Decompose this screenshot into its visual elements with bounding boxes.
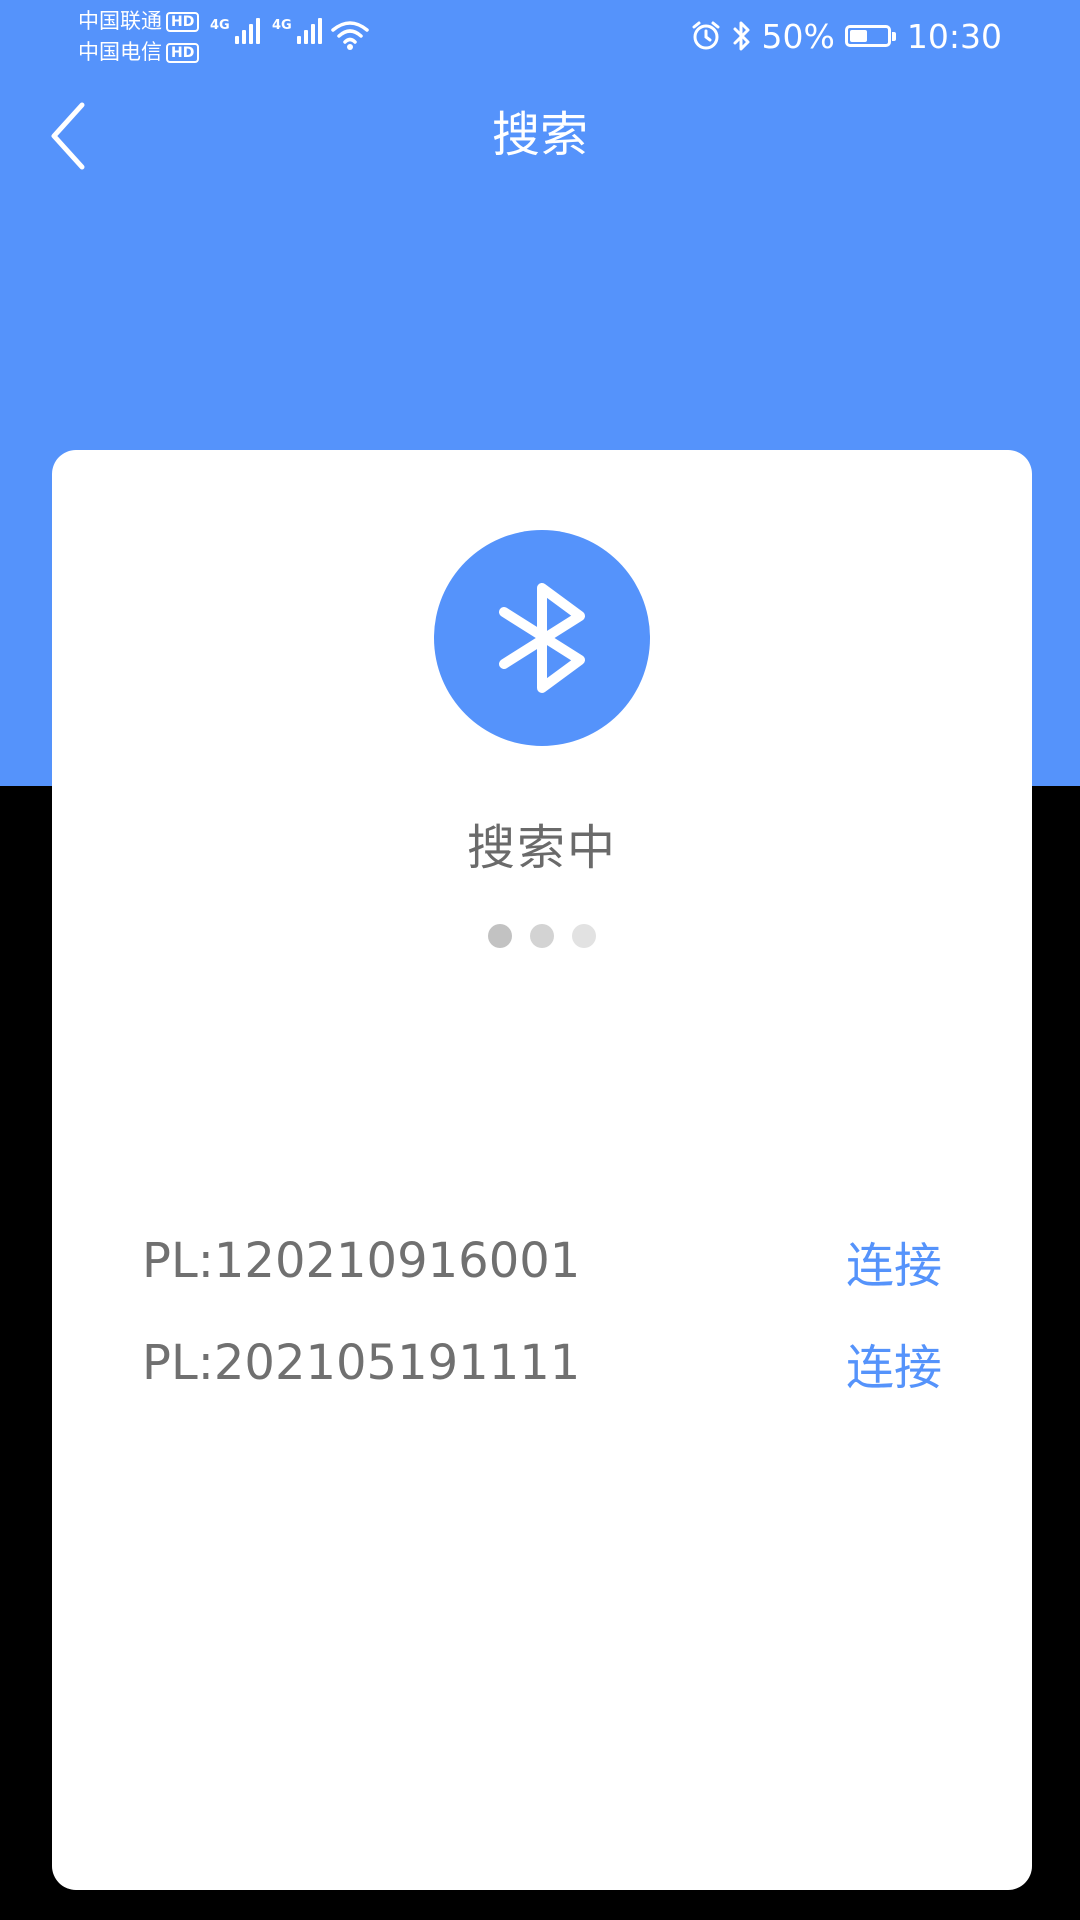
signal-icon: 4G [210,18,260,44]
nav-bar: 搜索 [0,90,1080,180]
carrier-name: 中国联通 [78,9,162,33]
carrier-name: 中国电信 [78,40,162,64]
alarm-icon [692,21,720,50]
chevron-left-icon [51,102,85,170]
status-time: 10:30 [906,16,1002,56]
network-type-label: 4G [272,18,292,33]
device-list: PL:120210916001 连接 PL:202105191111 连接 [142,1210,942,1414]
battery-icon [844,25,896,47]
loading-dot [530,924,554,948]
battery-fill [849,30,867,42]
bluetooth-icon [733,21,750,51]
hd-badge: HD [166,11,200,32]
list-item: PL:120210916001 连接 [142,1210,942,1312]
status-bar: 中国联通 HD 中国电信 HD 4G 4G 50% 10:30 [0,0,1080,72]
hd-badge: HD [166,42,200,63]
carrier-row-1: 中国联通 HD [78,6,200,37]
battery-percent: 50% [761,16,835,56]
connect-button[interactable]: 连接 [846,1328,942,1398]
search-status-text: 搜索中 [466,820,617,876]
device-name: PL:202105191111 [142,1335,581,1391]
search-card: 搜索中 PL:120210916001 连接 PL:202105191111 连… [52,450,1032,1890]
status-right: 50% 10:30 [690,12,1002,60]
carrier-info: 中国联通 HD 中国电信 HD [78,6,200,68]
network-type-label: 4G [210,18,230,33]
connect-button[interactable]: 连接 [846,1226,942,1296]
loading-dot [572,924,596,948]
bluetooth-badge [434,530,650,746]
list-item: PL:202105191111 连接 [142,1312,942,1414]
loading-dot [488,924,512,948]
loading-dots [52,924,1032,948]
signal-icon: 4G [272,18,322,44]
wifi-icon [331,21,369,50]
back-button[interactable] [28,94,108,178]
device-name: PL:120210916001 [142,1233,581,1289]
carrier-row-2: 中国电信 HD [78,37,200,68]
page-title: 搜索 [491,107,588,163]
bluetooth-icon [499,583,585,693]
